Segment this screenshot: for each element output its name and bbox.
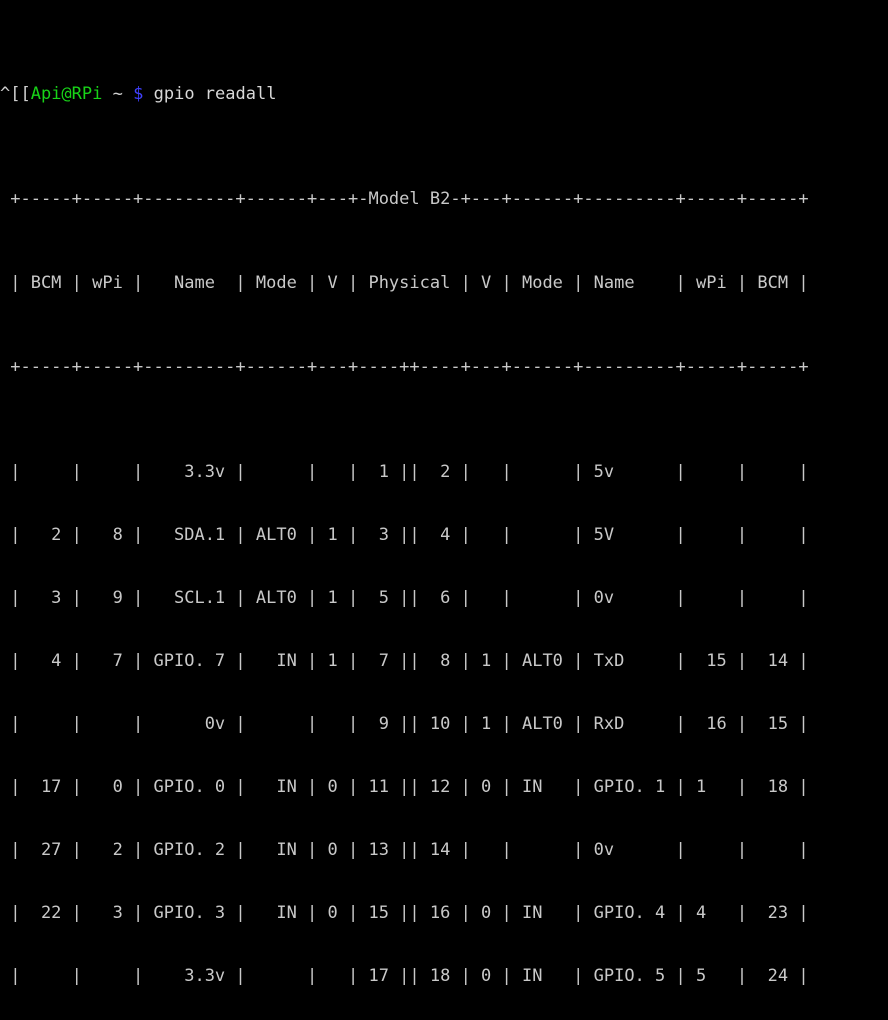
prompt-user-host: Api@RPi [30, 84, 103, 104]
table-rule-top: +-----+-----+---------+------+---+-Model… [0, 189, 809, 209]
table-row: | 17 | 0 | GPIO. 0 | IN | 0 | 11 || 12 |… [0, 777, 809, 797]
table-row: | 27 | 2 | GPIO. 2 | IN | 0 | 13 || 14 |… [0, 840, 809, 860]
command-line: ^[[Api@RPi ~ $ gpio readall [0, 84, 888, 105]
escape-prefix: ^[[ [0, 84, 31, 104]
table-header-row: | BCM | wPi | Name | Mode | V | Physical… [0, 273, 809, 293]
table-row: | 4 | 7 | GPIO. 7 | IN | 1 | 7 || 8 | 1 … [0, 651, 809, 671]
table-row: | 2 | 8 | SDA.1 | ALT0 | 1 | 3 || 4 | | … [0, 525, 809, 545]
table-rule-header: +-----+-----+---------+------+---+----++… [0, 357, 809, 377]
terminal-window[interactable]: ^[[Api@RPi ~ $ gpio readall +-----+-----… [0, 0, 888, 986]
prompt-path: ~ [112, 84, 123, 104]
table-row: | 3 | 9 | SCL.1 | ALT0 | 1 | 5 || 6 | | … [0, 588, 809, 608]
table-row: | 22 | 3 | GPIO. 3 | IN | 0 | 15 || 16 |… [0, 903, 809, 923]
prompt-symbol: $ [133, 84, 144, 104]
table-row: | | | 3.3v | | | 17 || 18 | 0 | IN | GPI… [0, 966, 809, 986]
typed-command: gpio readall [153, 84, 277, 104]
table-row: | | | 3.3v | | | 1 || 2 | | | 5v | | | [0, 462, 809, 482]
table-row: | | | 0v | | | 9 || 10 | 1 | ALT0 | RxD … [0, 714, 809, 734]
